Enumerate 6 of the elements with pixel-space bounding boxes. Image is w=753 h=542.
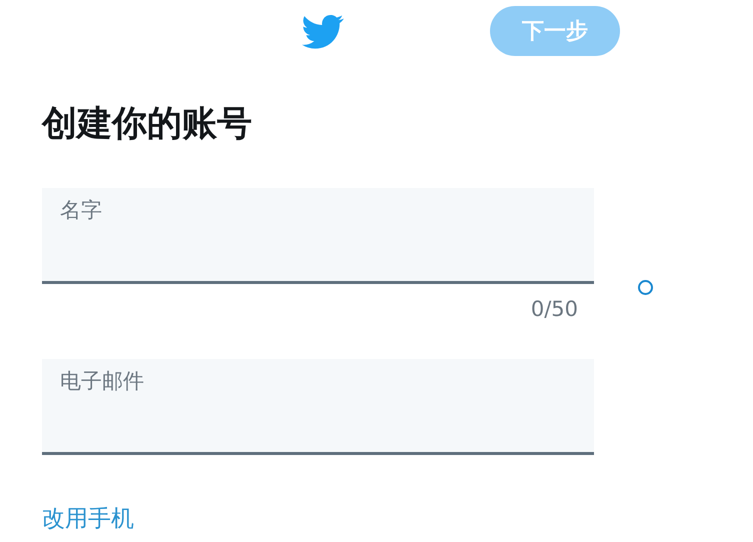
input-field[interactable]: 名字	[42, 188, 594, 284]
bird-icon	[302, 14, 344, 50]
character-counter: 0/50	[530, 296, 578, 323]
input-field[interactable]: 电子邮件	[42, 359, 594, 455]
page-title: 创建你的账号	[42, 103, 252, 146]
use-phone-link[interactable]: 改用手机	[42, 503, 134, 535]
